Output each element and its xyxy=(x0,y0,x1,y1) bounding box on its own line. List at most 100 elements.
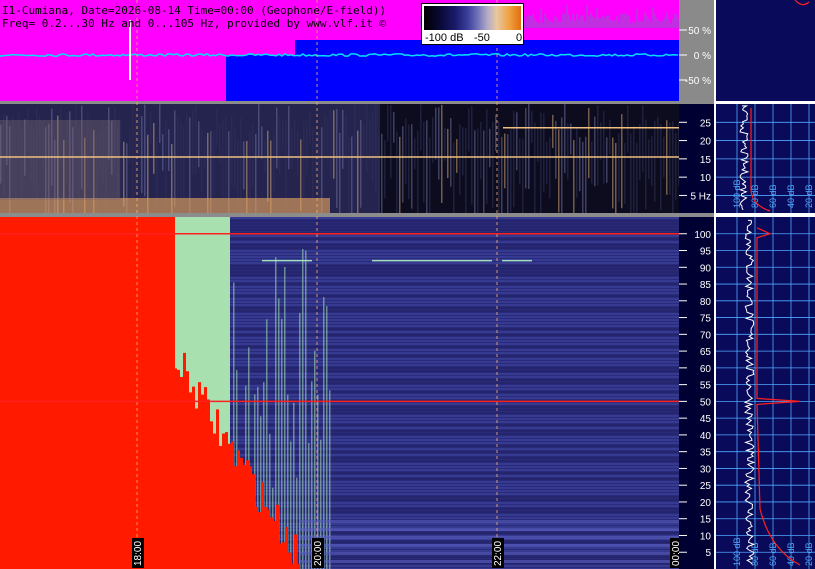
level-spike xyxy=(648,18,650,28)
level-spike xyxy=(662,20,664,28)
spectrogram-high-saturation-edge xyxy=(216,409,219,569)
spectrogram-low-streak xyxy=(423,121,425,203)
level-spike xyxy=(596,7,598,28)
profile-db-label: 20 dB xyxy=(804,542,814,566)
bottom-tick-label: 85 xyxy=(700,280,712,291)
spectrogram-low-streak xyxy=(441,104,443,203)
spectrogram-low-streak xyxy=(489,128,491,168)
spectrogram-high-noise xyxy=(230,361,679,363)
spectrogram-high-saturation-edge xyxy=(156,318,159,569)
spectrogram-high-noise xyxy=(230,262,679,264)
spectrogram-high-saturation-edge xyxy=(264,507,267,569)
spectrogram-low-streak xyxy=(324,113,326,157)
spectrogram-low-streak xyxy=(477,128,479,224)
spectrogram-high-noise xyxy=(230,352,679,354)
level-spike xyxy=(660,21,662,28)
spectrogram-high-noise xyxy=(230,244,679,246)
spectrogram-high-noise xyxy=(230,439,679,441)
spectrogram-high-noise xyxy=(230,250,679,252)
spectrogram-high-saturation-edge xyxy=(240,457,243,569)
spectrogram-low-streak xyxy=(342,109,344,169)
spectrogram-low-streak xyxy=(465,128,467,222)
spectrogram-high-noise xyxy=(230,307,679,309)
bottom-tick-label: 95 xyxy=(700,247,712,258)
spectrogram-low-streak xyxy=(174,110,176,208)
spectrogram-low-streak xyxy=(660,123,662,211)
spectrogram-high-noise xyxy=(230,226,679,228)
level-spike xyxy=(538,23,540,28)
time-label: 18:00 xyxy=(133,541,144,566)
level-spike xyxy=(658,20,660,28)
level-spike xyxy=(560,21,562,28)
level-spike xyxy=(554,15,556,28)
spectrogram-high-noise xyxy=(230,277,679,279)
spectrogram-high-streak xyxy=(281,318,283,569)
spectrogram-low-streak xyxy=(534,122,536,227)
spectrogram-high-saturation-edge xyxy=(243,464,246,569)
spectrogram-low-streak xyxy=(609,119,611,155)
level-spike xyxy=(626,14,628,28)
spectrogram-high-lowband xyxy=(300,560,679,563)
spectrogram-low-streak xyxy=(177,117,179,201)
spectrogram-low-streak xyxy=(381,133,383,227)
spectrogram-high-noise xyxy=(230,253,679,255)
bottom-tick-label: 50 xyxy=(700,397,712,408)
spectrogram-high-noise xyxy=(230,367,679,369)
spectrogram-low-streak xyxy=(204,137,206,169)
spectrogram-low-streak xyxy=(516,112,518,171)
spectrogram-low-streak xyxy=(642,105,644,173)
spectrogram-low-streak xyxy=(651,136,653,186)
spectrogram-low-streak xyxy=(213,131,215,196)
spectrogram-low-streak xyxy=(135,113,137,194)
spectrogram-low-streak xyxy=(225,113,227,198)
spectrogram-high-saturation-edge xyxy=(282,542,285,569)
level-spike xyxy=(668,18,670,28)
spectrogram-high-noise xyxy=(230,424,679,426)
level-spike xyxy=(534,19,536,28)
level-spike xyxy=(574,20,576,28)
spectrogram-low-streak xyxy=(369,119,371,162)
spectrogram-low-streak xyxy=(435,107,437,160)
spectrogram-high-noise xyxy=(230,286,679,288)
spectrogram-low-streak xyxy=(450,118,452,187)
spectrogram-low-streak xyxy=(138,114,140,156)
spectrogram-low-streak xyxy=(330,110,332,179)
level-spike xyxy=(616,16,618,28)
spectrogram-high-noise xyxy=(230,475,679,477)
spectrogram-low-streak xyxy=(456,139,458,173)
spectrogram-low-streak xyxy=(444,128,446,161)
spectrogram-high-noise xyxy=(230,241,679,243)
spectrogram-high-noise xyxy=(230,391,679,393)
level-spike xyxy=(646,15,648,28)
spectrogram-low-streak xyxy=(366,104,368,173)
spectrogram-high-noise xyxy=(230,310,679,312)
level-spike xyxy=(676,14,678,28)
bottom-tick-label: 35 xyxy=(700,448,712,459)
profile-separator-2 xyxy=(714,213,815,217)
bottom-tick-label: 65 xyxy=(700,347,712,358)
spectrogram-low-streak xyxy=(345,115,347,157)
level-spike xyxy=(644,12,646,28)
spectrogram-low-streak xyxy=(336,109,338,208)
spectrogram-high-saturation-edge xyxy=(201,394,204,569)
spectrogram-low-streak xyxy=(186,110,188,155)
spectrogram-high-noise xyxy=(230,373,679,375)
header-frequency-line: Freq= 0.2...30 Hz and 0...105 Hz, provid… xyxy=(2,17,387,30)
spectrogram-high-noise xyxy=(230,238,679,240)
spectrogram-high-noise xyxy=(230,418,679,420)
spectrogram-high-noise xyxy=(230,415,679,417)
spectrogram-high-noise xyxy=(230,268,679,270)
bottom-tick-label: 10 xyxy=(700,531,712,542)
level-spike xyxy=(540,9,542,28)
spectrogram-low-streak xyxy=(471,105,473,205)
spectrogram-high-saturation-edge xyxy=(171,334,174,569)
spectrogram-low-streak xyxy=(459,124,461,195)
spectrogram-high-saturation-edge xyxy=(279,543,282,569)
level-blue-region xyxy=(226,55,679,101)
spectrogram-low-streak xyxy=(390,105,392,179)
spectrogram-low-streak xyxy=(132,105,134,199)
level-spike xyxy=(628,15,630,28)
spectrogram-low-streak xyxy=(312,128,314,209)
spectrogram-low-streak xyxy=(333,110,335,179)
spectrogram-high-saturation-edge xyxy=(267,509,270,569)
